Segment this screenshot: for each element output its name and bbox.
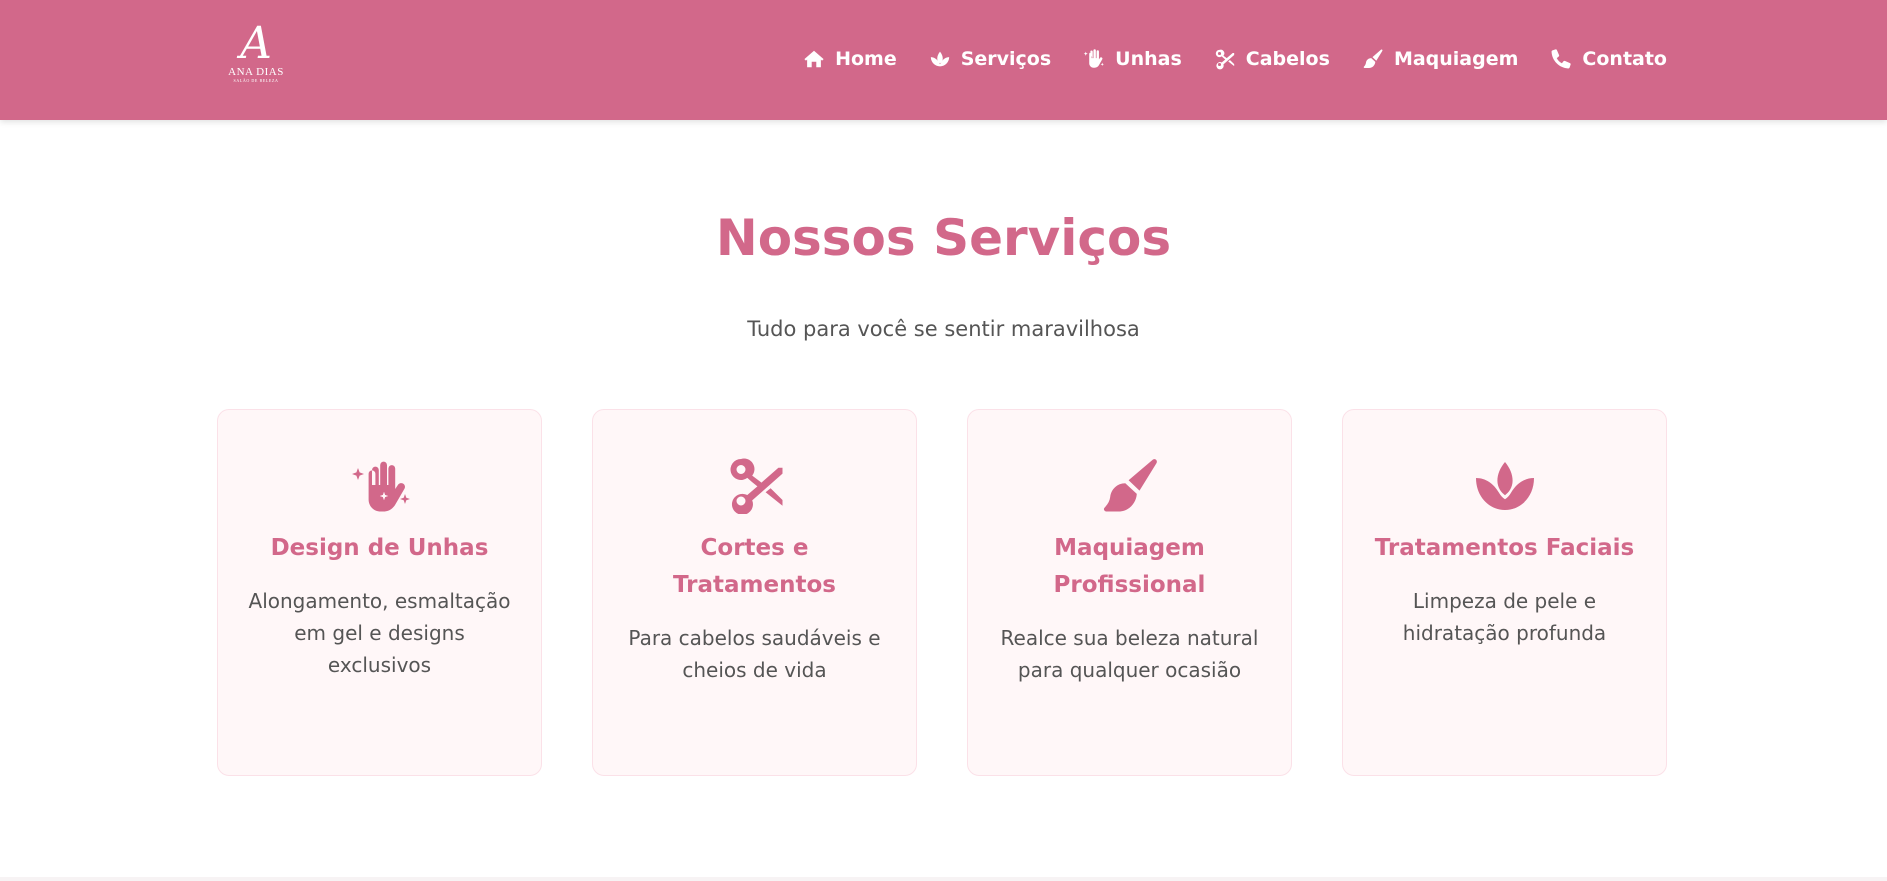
card-title: Design de Unhas <box>270 535 489 561</box>
section-subtitle: Tudo para você se sentir maravilhosa <box>747 317 1140 341</box>
home-icon <box>802 47 826 71</box>
logo-name: ANA DIAS <box>228 66 284 78</box>
nav-item-servicos[interactable]: Serviços <box>928 47 1051 71</box>
main-nav: Home Serviços Unhas Cabelos Maquiagem Co… <box>802 44 1667 74</box>
service-card-unhas: Design de Unhas Alongamento, esmaltação … <box>217 409 542 776</box>
scissors-icon <box>723 458 787 515</box>
nav-item-unhas[interactable]: Unhas <box>1082 47 1182 71</box>
paintbrush-icon <box>1361 47 1385 71</box>
nav-item-home[interactable]: Home <box>802 47 897 71</box>
service-card-faciais: Tratamentos Faciais Limpeza de pele e hi… <box>1342 409 1667 776</box>
nav-item-cabelos[interactable]: Cabelos <box>1213 47 1330 71</box>
section-divider <box>0 877 1887 881</box>
logo-subtitle: SALÃO DE BELEZA <box>233 78 279 83</box>
nav-label-home: Home <box>835 48 897 70</box>
section-title: Nossos Serviços <box>715 209 1172 267</box>
nav-item-maquiagem[interactable]: Maquiagem <box>1361 47 1518 71</box>
service-cards: Design de Unhas Alongamento, esmaltação … <box>217 409 1667 776</box>
card-title: Cortes e Tratamentos <box>673 535 836 598</box>
hand-sparkles-icon <box>348 458 412 514</box>
nav-label-contato: Contato <box>1582 48 1667 70</box>
brand-logo[interactable]: A ANA DIAS SALÃO DE BELEZA <box>226 22 286 88</box>
nav-label-cabelos: Cabelos <box>1245 48 1330 70</box>
lotus-icon <box>928 47 952 71</box>
nav-item-contato[interactable]: Contato <box>1549 47 1667 71</box>
hand-sparkles-icon <box>1082 47 1106 71</box>
card-text: Limpeza de pele e hidratação profunda <box>1402 589 1607 645</box>
logo-mark: A <box>240 18 272 69</box>
scissors-icon <box>1213 47 1237 71</box>
phone-icon <box>1549 47 1573 71</box>
card-title: Tratamentos Faciais <box>1374 535 1635 561</box>
card-text: Realce sua beleza natural para qualquer … <box>1000 626 1259 682</box>
lotus-icon <box>1473 458 1537 514</box>
card-text: Para cabelos saudáveis e cheios de vida <box>628 626 881 682</box>
paintbrush-icon <box>1098 458 1162 514</box>
nav-label-servicos: Serviços <box>960 48 1052 70</box>
card-text: Alongamento, esmaltação em gel e designs… <box>248 589 511 677</box>
nav-label-maquiagem: Maquiagem <box>1393 48 1519 70</box>
card-title: Maquiagem Profissional <box>1053 535 1206 598</box>
service-card-cabelos: Cortes e Tratamentos Para cabelos saudáv… <box>592 409 917 776</box>
site-header: A ANA DIAS SALÃO DE BELEZA Home Serviços… <box>0 0 1887 120</box>
service-card-maquiagem: Maquiagem Profissional Realce sua beleza… <box>967 409 1292 776</box>
nav-label-unhas: Unhas <box>1115 48 1182 70</box>
